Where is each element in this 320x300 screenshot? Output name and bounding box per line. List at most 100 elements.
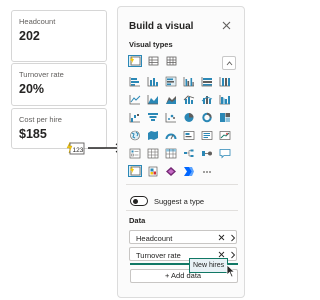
visual-type-area[interactable] xyxy=(146,93,160,105)
visual-type-power-apps[interactable] xyxy=(164,165,178,177)
card-label: Cost per hire xyxy=(19,115,62,124)
card-value: 202 xyxy=(19,29,40,43)
slicer-icon xyxy=(129,148,141,158)
qa-speech-bubble-icon xyxy=(219,148,231,158)
visual-type-map[interactable] xyxy=(128,129,142,141)
more-ellipsis-icon xyxy=(203,170,211,173)
visual-type-card-highlighted[interactable] xyxy=(128,165,142,177)
card-label: Turnover rate xyxy=(19,70,64,79)
donut-chart-icon xyxy=(202,112,212,122)
chevron-right-icon[interactable] xyxy=(230,234,236,242)
visual-type-ribbon[interactable] xyxy=(218,93,232,105)
divider xyxy=(126,210,238,211)
visual-type-scatter[interactable] xyxy=(164,111,178,123)
card-label: Headcount xyxy=(19,17,56,26)
mouse-pointer-icon xyxy=(226,264,236,278)
build-visual-pane: Build a visual Visual types Suggest a ty… xyxy=(117,6,245,298)
visual-type-treemap[interactable] xyxy=(218,111,232,123)
treemap-icon xyxy=(220,112,230,122)
field-name: Headcount xyxy=(136,233,173,243)
kpi-card-turnover-rate[interactable]: Turnover rate 20% xyxy=(11,63,107,106)
area-chart-icon xyxy=(147,94,158,104)
line-chart-icon xyxy=(129,94,141,104)
visual-type-clustered-bar[interactable] xyxy=(164,75,178,87)
waterfall-icon xyxy=(129,112,140,122)
visual-type-card-new[interactable] xyxy=(182,129,196,141)
table-visual-icon xyxy=(147,148,159,158)
visual-type-more[interactable] xyxy=(200,165,214,177)
visual-type-stacked-column[interactable] xyxy=(146,75,160,87)
visual-type-table[interactable] xyxy=(146,55,160,67)
chevron-right-icon[interactable] xyxy=(230,251,236,259)
suggest-type-toggle[interactable] xyxy=(130,196,148,206)
card-visual-icon: 123 xyxy=(66,141,85,155)
matrix-icon xyxy=(166,56,176,66)
visual-type-gauge[interactable] xyxy=(164,129,178,141)
close-icon[interactable] xyxy=(218,251,225,258)
visual-type-power-automate[interactable] xyxy=(182,165,196,177)
visual-type-matrix-visual[interactable] xyxy=(164,147,178,159)
scatter-icon xyxy=(165,112,176,122)
100-stacked-bar-icon xyxy=(201,76,212,86)
globe-map-icon xyxy=(130,130,140,140)
visual-type-table-visual[interactable] xyxy=(146,147,160,159)
key-influencers-icon xyxy=(202,150,212,156)
card-value: 20% xyxy=(19,82,45,96)
visual-type-stacked-bar[interactable] xyxy=(128,75,142,87)
stacked-area-icon xyxy=(166,95,176,104)
visual-type-filled-map[interactable] xyxy=(146,129,160,141)
visual-type-slicer[interactable] xyxy=(128,147,142,159)
table-icon xyxy=(148,56,158,66)
pie-chart-icon xyxy=(184,112,194,122)
divider xyxy=(126,184,238,185)
callout-number: 123 xyxy=(73,147,84,154)
visual-type-kpi[interactable] xyxy=(218,129,232,141)
visual-type-100-stacked-column[interactable] xyxy=(218,75,232,87)
ribbon-chart-icon xyxy=(219,94,230,104)
field-well-headcount[interactable]: Headcount xyxy=(129,230,237,244)
visual-type-matrix[interactable] xyxy=(164,55,178,67)
visual-type-100-stacked-bar[interactable] xyxy=(200,75,214,87)
clustered-bar-icon xyxy=(165,76,177,86)
close-icon[interactable] xyxy=(218,234,225,241)
visual-type-card-selected[interactable] xyxy=(128,55,142,67)
visual-type-paginated-report[interactable] xyxy=(146,165,160,177)
card-visual-icon xyxy=(129,166,140,176)
matrix-visual-icon xyxy=(165,148,177,158)
visual-types-title: Visual types xyxy=(129,40,173,49)
visual-type-line[interactable] xyxy=(128,93,142,105)
drag-tooltip: New hires xyxy=(189,258,229,273)
visual-type-multi-row-card[interactable] xyxy=(200,129,214,141)
card-icon xyxy=(183,130,195,140)
100-stacked-column-icon xyxy=(219,76,230,86)
power-apps-icon xyxy=(166,166,176,176)
visual-type-waterfall[interactable] xyxy=(128,111,142,123)
line-column-icon xyxy=(183,94,195,104)
visual-type-qa[interactable] xyxy=(218,147,232,159)
filled-map-icon xyxy=(148,130,158,140)
visual-type-funnel[interactable] xyxy=(146,111,160,123)
multi-row-card-icon xyxy=(201,130,213,140)
visual-type-key-influencers[interactable] xyxy=(200,147,214,159)
chevron-up-icon xyxy=(226,60,232,65)
visual-type-decomposition-tree[interactable] xyxy=(182,147,196,159)
visual-type-line-stacked-column[interactable] xyxy=(200,93,214,105)
collapse-visuals-button[interactable] xyxy=(222,56,236,70)
toggle-knob xyxy=(132,198,138,204)
funnel-icon xyxy=(148,112,158,121)
visual-type-clustered-column[interactable] xyxy=(182,75,196,87)
line-stacked-column-icon xyxy=(201,95,213,104)
visual-type-donut[interactable] xyxy=(200,111,214,123)
stacked-bar-icon xyxy=(129,76,140,86)
visual-type-pie[interactable] xyxy=(182,111,196,123)
pane-title: Build a visual xyxy=(129,21,194,32)
stacked-column-icon xyxy=(147,76,158,86)
visual-type-line-clustered-column[interactable] xyxy=(182,93,196,105)
gauge-icon xyxy=(165,133,177,139)
field-name: Turnover rate xyxy=(136,250,181,260)
close-icon[interactable] xyxy=(221,20,232,31)
visual-type-stacked-area[interactable] xyxy=(164,93,178,105)
data-section-title: Data xyxy=(129,216,146,225)
paginated-report-icon xyxy=(148,166,158,176)
kpi-card-headcount[interactable]: Headcount 202 xyxy=(11,10,107,62)
